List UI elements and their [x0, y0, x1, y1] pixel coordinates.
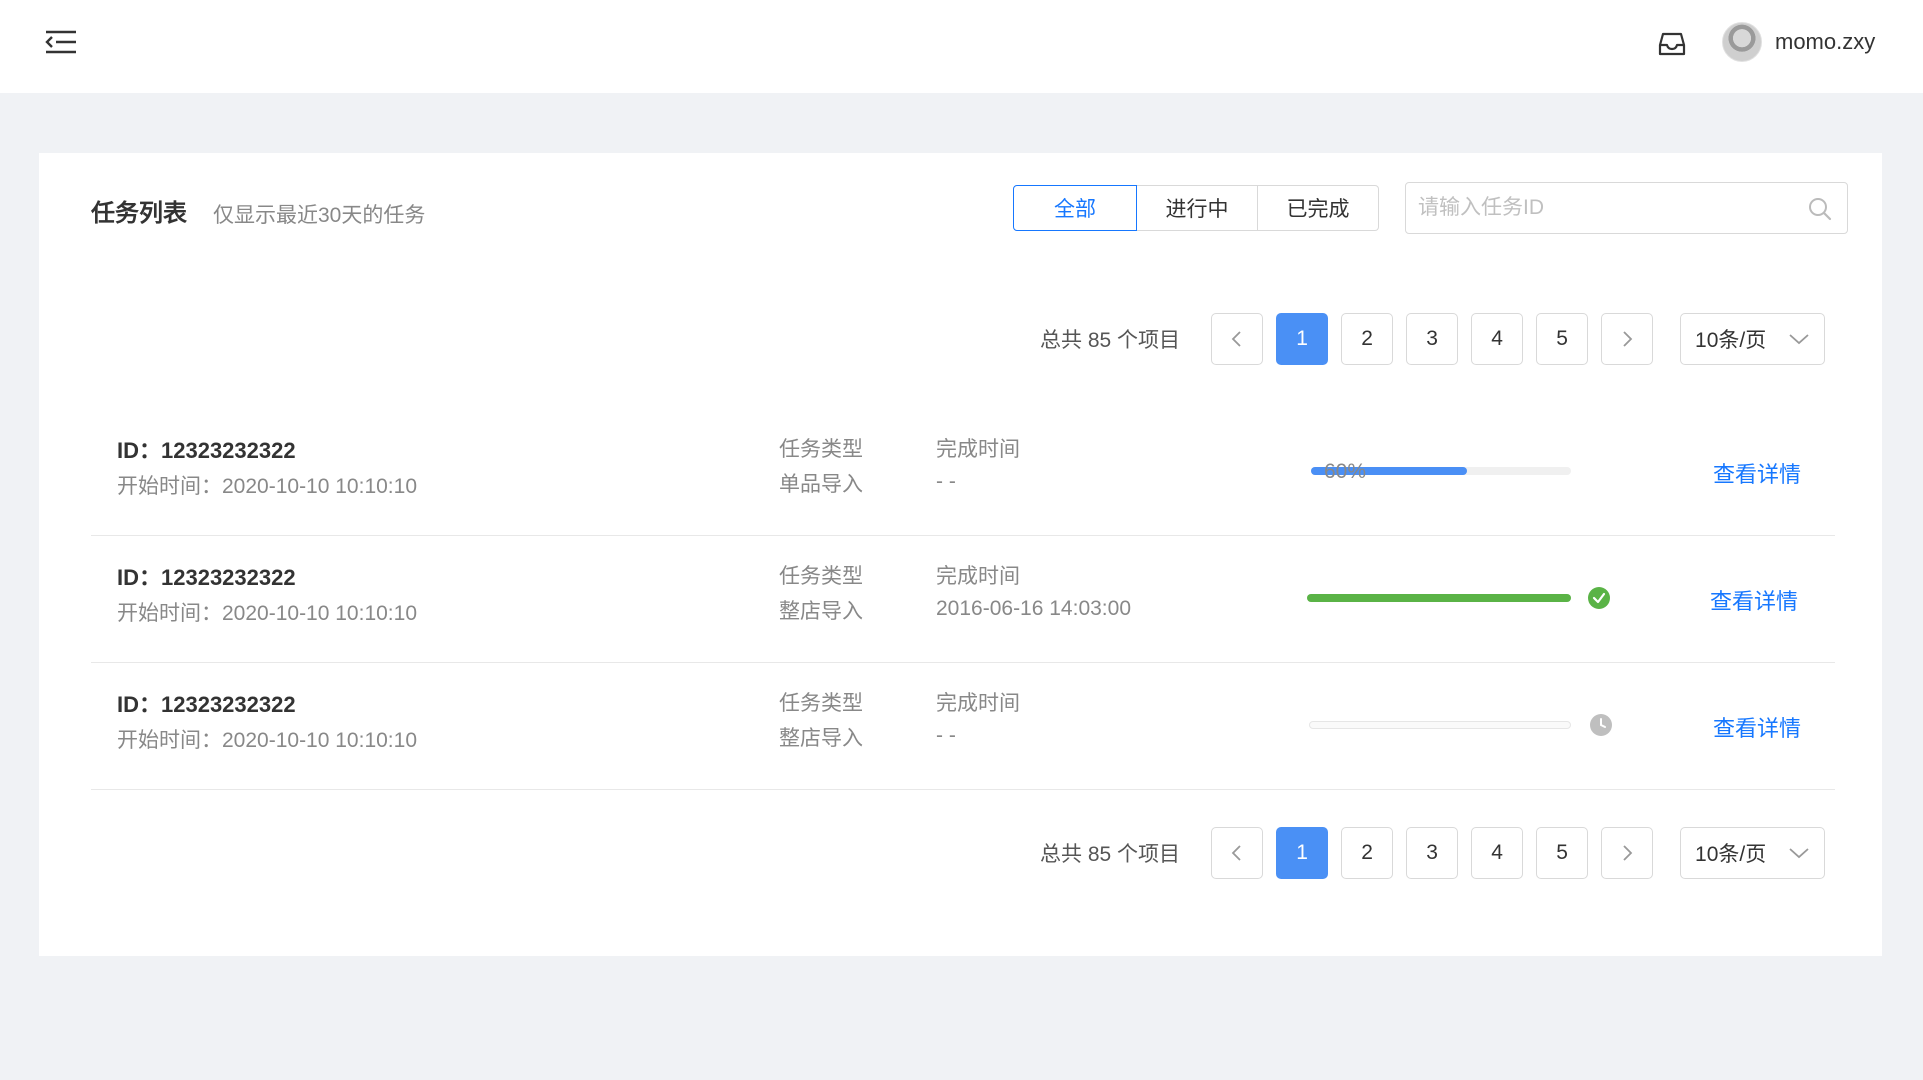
task-done-label: 完成时间: [936, 438, 1020, 461]
progress-fill: [1307, 594, 1571, 602]
page-button[interactable]: 5: [1536, 313, 1589, 365]
page-button[interactable]: 3: [1406, 827, 1459, 879]
task-id: ID：12323232322: [117, 565, 296, 590]
pagination-top: 总共 85 个项目 1 2 3 4 5 10条/页: [1040, 313, 1826, 365]
task-type-value: 单品导入: [779, 473, 863, 496]
pagination-total: 总共 85 个项目: [1040, 843, 1181, 866]
status-filter: 全部 进行中 已完成: [1013, 185, 1379, 231]
search-box: [1405, 182, 1848, 234]
task-done-label: 完成时间: [936, 692, 1020, 715]
task-row: ID：12323232322 开始时间：2020-10-10 10:10:10 …: [91, 409, 1835, 536]
pagination-total: 总共 85 个项目: [1040, 329, 1181, 352]
prev-page-button[interactable]: [1211, 827, 1264, 879]
task-list: ID：12323232322 开始时间：2020-10-10 10:10:10 …: [91, 409, 1835, 790]
filter-running-button[interactable]: 进行中: [1137, 185, 1258, 231]
chevron-left-icon: [1231, 331, 1241, 347]
task-type-value: 整店导入: [779, 600, 863, 623]
pagination-bottom: 总共 85 个项目 1 2 3 4 5 10条/页: [1040, 827, 1826, 879]
task-done-value: 2016-06-16 14:03:00: [936, 597, 1131, 620]
page-button[interactable]: 4: [1471, 827, 1524, 879]
menu-fold-icon[interactable]: [44, 28, 78, 56]
task-start-time: 开始时间：2020-10-10 10:10:10: [117, 602, 417, 625]
task-list-card: 任务列表 仅显示最近30天的任务 全部 进行中 已完成 总共 85 个项目 1 …: [39, 153, 1882, 956]
username[interactable]: momo.zxy: [1775, 29, 1875, 55]
task-start-time: 开始时间：2020-10-10 10:10:10: [117, 729, 417, 752]
task-row: ID：12323232322 开始时间：2020-10-10 10:10:10 …: [91, 536, 1835, 663]
top-bar: momo.zxy: [0, 0, 1923, 93]
chevron-down-icon: [1789, 334, 1809, 345]
check-circle-icon: [1587, 586, 1611, 610]
task-start-time: 开始时间：2020-10-10 10:10:10: [117, 475, 417, 498]
page-button[interactable]: 2: [1341, 827, 1394, 879]
page-button[interactable]: 2: [1341, 313, 1394, 365]
chevron-right-icon: [1623, 845, 1633, 861]
page-subtitle: 仅显示最近30天的任务: [213, 204, 426, 227]
task-done-value: - -: [936, 724, 956, 747]
prev-page-button[interactable]: [1211, 313, 1264, 365]
page-button[interactable]: 1: [1276, 313, 1329, 365]
search-input[interactable]: [1418, 183, 1798, 233]
chevron-right-icon: [1623, 331, 1633, 347]
inbox-icon[interactable]: [1658, 30, 1686, 58]
task-row: ID：12323232322 开始时间：2020-10-10 10:10:10 …: [91, 663, 1835, 790]
view-details-link[interactable]: 查看详情: [1713, 711, 1801, 743]
page-button[interactable]: 5: [1536, 827, 1589, 879]
clock-icon: [1589, 713, 1613, 737]
task-id: ID：12323232322: [117, 438, 296, 463]
page-button[interactable]: 3: [1406, 313, 1459, 365]
page-button[interactable]: 4: [1471, 313, 1524, 365]
task-type-value: 整店导入: [779, 727, 863, 750]
filter-done-button[interactable]: 已完成: [1258, 185, 1379, 231]
task-done-value: - -: [936, 470, 956, 493]
next-page-button[interactable]: [1601, 827, 1654, 879]
filter-all-button[interactable]: 全部: [1013, 185, 1137, 231]
task-type-label: 任务类型: [779, 438, 863, 461]
search-icon[interactable]: [1807, 196, 1833, 222]
avatar[interactable]: [1722, 22, 1762, 62]
task-id: ID：12323232322: [117, 692, 296, 717]
chevron-left-icon: [1231, 845, 1241, 861]
progress-bar: [1309, 721, 1571, 729]
user-menu[interactable]: momo.zxy: [1722, 22, 1875, 62]
page-button[interactable]: 1: [1276, 827, 1329, 879]
progress-bar: [1307, 594, 1571, 602]
task-done-label: 完成时间: [936, 565, 1020, 588]
chevron-down-icon: [1789, 848, 1809, 859]
view-details-link[interactable]: 查看详情: [1713, 457, 1801, 489]
page-size-value: 10条/页: [1695, 329, 1767, 352]
next-page-button[interactable]: [1601, 313, 1654, 365]
progress-percent: 60%: [1324, 460, 1367, 483]
page-title: 任务列表: [91, 200, 187, 227]
page-size-select[interactable]: 10条/页: [1680, 313, 1826, 365]
view-details-link[interactable]: 查看详情: [1710, 584, 1798, 616]
task-type-label: 任务类型: [779, 692, 863, 715]
page-size-value: 10条/页: [1695, 843, 1767, 866]
task-type-label: 任务类型: [779, 565, 863, 588]
page-size-select[interactable]: 10条/页: [1680, 827, 1826, 879]
